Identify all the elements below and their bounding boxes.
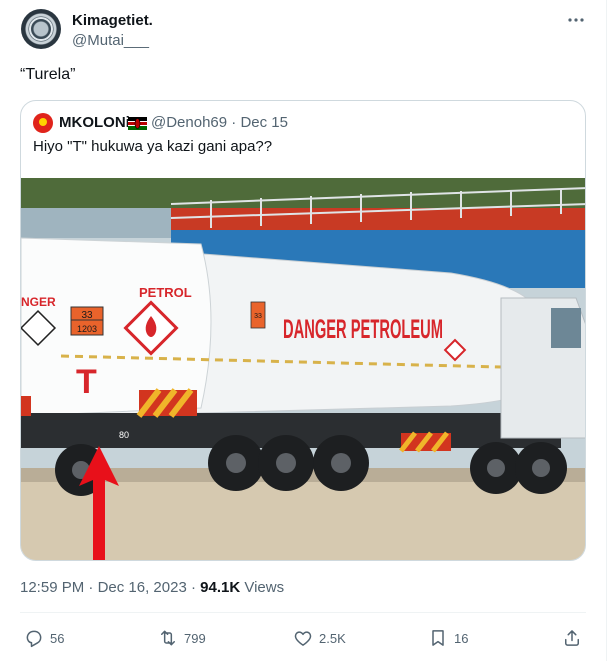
retweet-button[interactable]: 799 bbox=[158, 627, 206, 649]
kenya-flag-icon bbox=[128, 117, 147, 130]
reply-count: 56 bbox=[50, 630, 65, 646]
meta-separator: · bbox=[231, 114, 237, 131]
tweet-text: “Turela” bbox=[20, 66, 76, 83]
retweet-icon bbox=[161, 630, 175, 646]
retweet-count: 799 bbox=[184, 630, 206, 646]
like-button[interactable]: 2.5K bbox=[293, 627, 346, 649]
tweet-container: Kimagetiet. @Mutai___ “Turela” MKOLONi @… bbox=[0, 0, 607, 661]
plate-fragment: 80 bbox=[119, 430, 129, 440]
meta-dot: · bbox=[88, 579, 94, 596]
hazard-code-bottom: 1203 bbox=[77, 324, 97, 334]
hazard-code-top: 33 bbox=[81, 310, 93, 321]
reply-button[interactable]: 56 bbox=[24, 627, 64, 649]
truck-big-t: T bbox=[76, 363, 97, 401]
truck-side-text: DANGER PETROLEUM bbox=[283, 314, 443, 344]
post-date[interactable]: Dec 16, 2023 bbox=[98, 579, 187, 596]
reply-icon bbox=[26, 630, 42, 648]
quoted-tweet[interactable]: MKOLONi @Denoh69 · Dec 15 Hiyo "T" hukuw… bbox=[20, 100, 586, 561]
like-count: 2.5K bbox=[319, 630, 346, 646]
views-count: 94.1K bbox=[200, 579, 241, 596]
views-label: Views bbox=[244, 579, 285, 596]
share-icon bbox=[565, 630, 579, 646]
quoted-text: Hiyo "T" hukuwa ya kazi gani apa?? bbox=[33, 138, 273, 155]
quoted-author-name[interactable]: MKOLONi bbox=[59, 114, 130, 131]
quoted-author-avatar[interactable] bbox=[33, 113, 53, 133]
bookmark-icon bbox=[432, 630, 444, 646]
quoted-author-handle[interactable]: @Denoh69 bbox=[151, 114, 227, 131]
quoted-meta: @Denoh69 · Dec 15 bbox=[151, 114, 288, 131]
tweet-timestamp: 12:59 PM · Dec 16, 2023 · 94.1K Views bbox=[20, 579, 284, 596]
meta-dot: · bbox=[190, 579, 196, 596]
share-button[interactable] bbox=[562, 627, 582, 649]
author-handle[interactable]: @Mutai___ bbox=[72, 32, 149, 49]
author-avatar[interactable] bbox=[21, 9, 61, 49]
heart-icon bbox=[294, 631, 312, 646]
divider bbox=[20, 612, 586, 613]
bookmark-button[interactable]: 16 bbox=[428, 627, 468, 649]
more-horizontal-icon[interactable] bbox=[566, 10, 586, 30]
side-hazard-code: 33 bbox=[254, 313, 262, 320]
truck-petrol-label: PETROL bbox=[139, 285, 192, 300]
truck-rear-danger-text: NGER bbox=[21, 295, 56, 309]
tanker-truck-photo[interactable]: 33 1203 33 PETROL NGER DANGER PETROLEUM … bbox=[21, 178, 586, 561]
author-name[interactable]: Kimagetiet. bbox=[72, 12, 153, 29]
quoted-date[interactable]: Dec 15 bbox=[240, 114, 288, 131]
bookmark-count: 16 bbox=[454, 630, 469, 646]
post-time[interactable]: 12:59 PM bbox=[20, 579, 84, 596]
